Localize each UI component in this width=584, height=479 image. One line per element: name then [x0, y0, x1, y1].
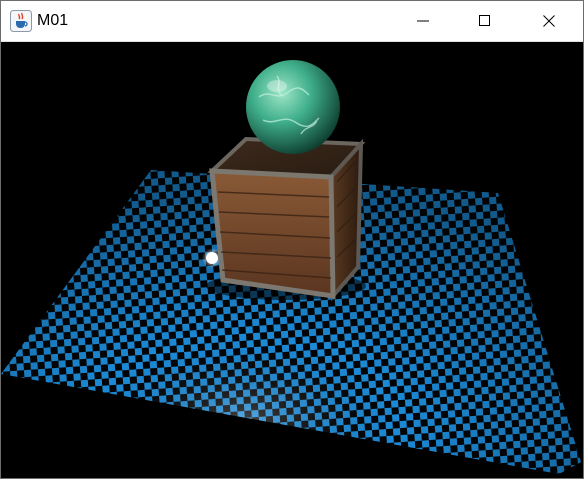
app-window: M01 — [0, 0, 584, 479]
minimize-button[interactable] — [400, 1, 446, 41]
maximize-button[interactable] — [462, 1, 508, 41]
maximize-icon — [479, 15, 490, 26]
scene-svg — [1, 60, 581, 474]
marble-sphere — [246, 60, 340, 154]
java-coffee-cup-icon — [10, 10, 32, 32]
render-canvas[interactable] — [1, 42, 583, 478]
close-icon — [543, 15, 555, 27]
close-button[interactable] — [526, 1, 572, 41]
title-bar[interactable]: M01 — [1, 1, 583, 42]
light-source — [206, 252, 218, 264]
wooden-crate — [207, 136, 366, 302]
minimize-icon — [417, 20, 429, 22]
window-title: M01 — [37, 12, 69, 29]
